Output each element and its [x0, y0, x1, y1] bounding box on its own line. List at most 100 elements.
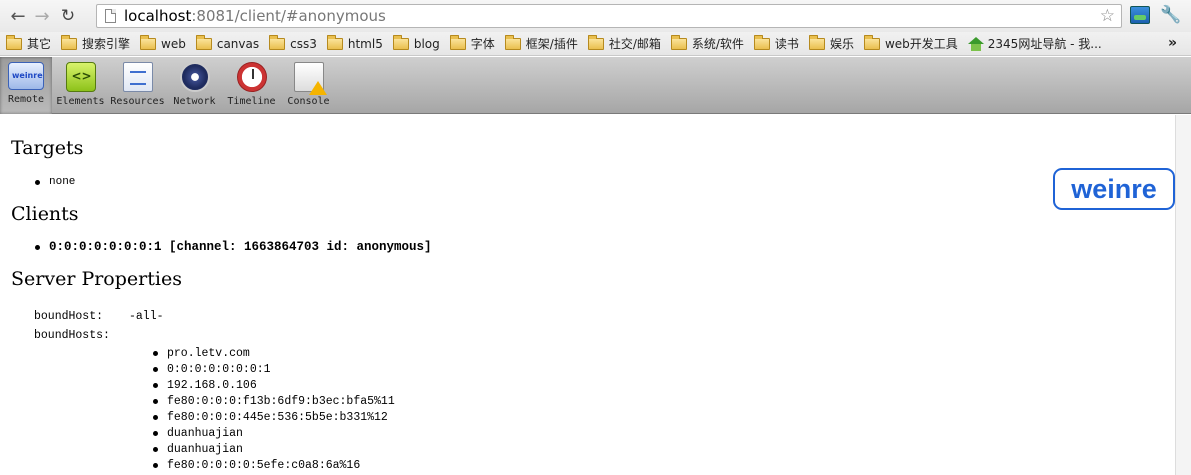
- folder-icon: [808, 34, 825, 50]
- bookmark-label: canvas: [216, 36, 260, 51]
- bound-host-value: -all-: [129, 310, 164, 323]
- folder-icon: [587, 34, 604, 50]
- bookmark-label: 社交/邮箱: [608, 37, 661, 51]
- star-icon[interactable]: ☆: [1100, 6, 1115, 26]
- wrench-icon[interactable]: 🔧: [1160, 5, 1181, 25]
- folder-icon: [6, 34, 22, 50]
- tool-network[interactable]: Network: [166, 57, 223, 114]
- bookmark-label: 2345网址导航 - 我...: [987, 37, 1102, 51]
- bookmark-item[interactable]: 读书: [753, 34, 799, 52]
- bookmark-item[interactable]: html5: [326, 34, 383, 51]
- bullet: [153, 398, 158, 404]
- bound-host-item: fe80:0:0:0:0:5efe:c0a8:6a%16: [153, 457, 395, 473]
- tool-label: Resources: [110, 96, 165, 107]
- page-icon: [105, 9, 116, 23]
- bound-host-item: 192.168.0.106: [153, 377, 395, 393]
- tool-timeline[interactable]: Timeline: [223, 57, 280, 114]
- folder-icon: [61, 34, 78, 50]
- bookmark-item[interactable]: 社交/邮箱: [587, 34, 661, 52]
- tool-remote[interactable]: Remote: [0, 57, 52, 114]
- tool-label: Remote: [7, 94, 45, 105]
- console-icon: [293, 62, 327, 95]
- bookmark-item[interactable]: web开发工具: [863, 34, 958, 52]
- address-bar[interactable]: localhost:8081/client/#anonymous ☆: [96, 4, 1122, 28]
- bound-host-item: pro.letv.com: [153, 345, 395, 361]
- bookmark-item[interactable]: 其它: [6, 34, 52, 52]
- tool-resources[interactable]: Resources: [109, 57, 166, 114]
- tool-elements[interactable]: Elements: [52, 57, 109, 114]
- extension-icon[interactable]: [1130, 6, 1150, 24]
- url-host: localhost: [124, 7, 192, 25]
- bookmark-item[interactable]: 字体: [449, 34, 495, 52]
- bound-host-text: fe80:0:0:0:445e:536:5b5e:b331%12: [167, 410, 388, 424]
- tool-label: Console: [287, 96, 330, 107]
- bound-host-text: 192.168.0.106: [167, 378, 257, 392]
- bookmark-label: blog: [413, 36, 440, 51]
- tool-label: Timeline: [227, 96, 276, 107]
- bookmark-label: 娱乐: [829, 37, 854, 51]
- weinre-logo: weinre: [1053, 168, 1175, 210]
- bookmark-item[interactable]: css3: [269, 34, 317, 51]
- bookmark-label: 字体: [470, 37, 495, 51]
- tool-label: Network: [173, 96, 216, 107]
- forward-arrow-icon[interactable]: →: [30, 4, 54, 28]
- bookmark-item[interactable]: 搜索引擎: [61, 34, 130, 52]
- bound-host-item: 0:0:0:0:0:0:0:1: [153, 361, 395, 377]
- bound-hosts-list: pro.letv.com 0:0:0:0:0:0:0:1 192.168.0.106…: [153, 345, 395, 473]
- tool-console[interactable]: Console: [280, 57, 337, 114]
- bookmark-item[interactable]: canvas: [195, 34, 260, 51]
- folder-icon: [326, 34, 343, 50]
- bookmark-item[interactable]: blog: [392, 34, 440, 51]
- reload-icon[interactable]: ↻: [56, 4, 80, 28]
- bullet: [153, 382, 158, 388]
- bookmark-label: 系统/软件: [691, 37, 744, 51]
- vertical-scrollbar[interactable]: [1175, 115, 1191, 475]
- bullet: [153, 446, 158, 452]
- bookmark-item[interactable]: 系统/软件: [670, 34, 744, 52]
- remote-icon: [8, 62, 44, 90]
- target-item: none: [35, 176, 75, 188]
- bullet: [153, 414, 158, 420]
- target-text: none: [49, 176, 76, 188]
- bound-host-text: pro.letv.com: [167, 346, 250, 360]
- folder-icon: [753, 34, 770, 50]
- bound-hosts-key: boundHosts:: [34, 329, 110, 342]
- folder-icon: [863, 34, 880, 50]
- bookmark-item[interactable]: 娱乐: [808, 34, 854, 52]
- client-item[interactable]: 0:0:0:0:0:0:0:1 [channel: 1663864703 id:…: [35, 240, 432, 254]
- weinre-toolbar: Remote Elements Resources Network Timeli…: [0, 57, 1191, 114]
- bound-host-text: fe80:0:0:0:f13b:6df9:b3ec:bfa5%11: [167, 394, 395, 408]
- bound-host-text: 0:0:0:0:0:0:0:1: [167, 362, 271, 376]
- bound-host-text: duanhuajian: [167, 442, 243, 456]
- bound-host-text: fe80:0:0:0:0:5efe:c0a8:6a%16: [167, 458, 361, 472]
- timeline-icon: [236, 62, 267, 92]
- bookmark-item[interactable]: 框架/插件: [504, 34, 578, 52]
- bookmark-item[interactable]: web: [140, 34, 186, 51]
- url-path: :8081/client/#anonymous: [191, 7, 386, 25]
- bullet: [153, 350, 158, 356]
- folder-icon: [670, 34, 687, 50]
- bound-host-item: fe80:0:0:0:f13b:6df9:b3ec:bfa5%11: [153, 393, 395, 409]
- resources-icon: [122, 62, 153, 92]
- bound-host-item: duanhuajian: [153, 441, 395, 457]
- bullet: [153, 462, 158, 468]
- bookmark-label: web开发工具: [884, 37, 958, 51]
- bookmark-label: 其它: [27, 37, 52, 51]
- tool-label: Elements: [56, 96, 105, 107]
- folder-icon: [504, 34, 521, 50]
- bookmark-item[interactable]: 2345网址导航 - 我...: [967, 35, 1102, 52]
- bound-host-item: fe80:0:0:0:445e:536:5b5e:b331%12: [153, 409, 395, 425]
- bullet: [153, 430, 158, 436]
- bound-host-item: duanhuajian: [153, 425, 395, 441]
- bookmark-label: 读书: [774, 37, 799, 51]
- client-text: 0:0:0:0:0:0:0:1 [channel: 1663864703 id:…: [49, 240, 432, 254]
- bookmarks-bar: 其它 搜索引擎 web canvas css3 html5 blog 字体 框架/插件 社交/邮箱…: [0, 32, 1191, 56]
- bullet: [35, 179, 40, 185]
- back-arrow-icon[interactable]: ←: [6, 4, 30, 28]
- network-icon: [179, 62, 210, 92]
- bullet: [153, 366, 158, 372]
- bookmark-label: 框架/插件: [525, 37, 578, 51]
- bookmarks-overflow-chevron[interactable]: »: [1168, 35, 1177, 51]
- targets-heading: Targets: [11, 137, 84, 159]
- url-text[interactable]: localhost:8081/client/#anonymous: [124, 7, 386, 25]
